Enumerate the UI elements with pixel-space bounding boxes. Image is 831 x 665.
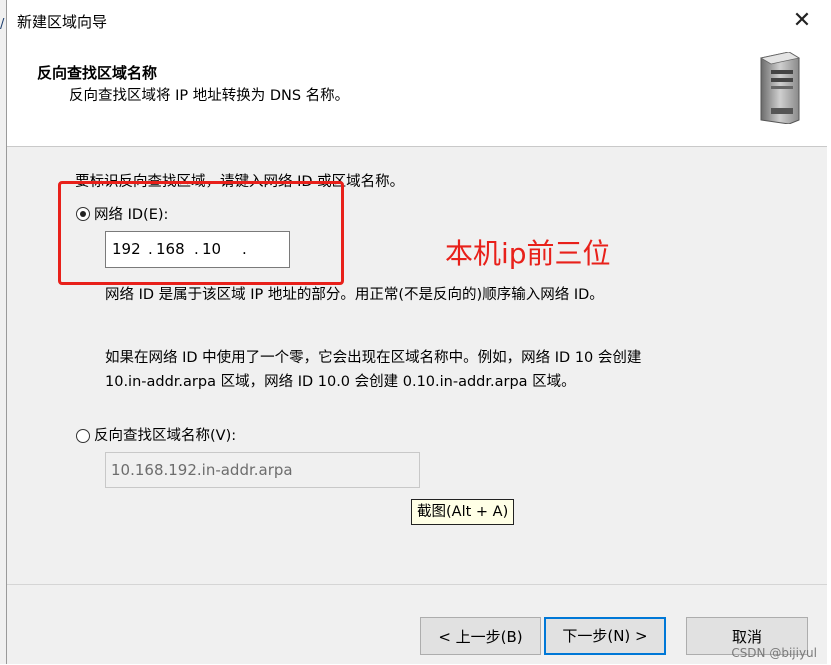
- window-title: 新建区域向导: [17, 13, 108, 31]
- title-bar: 新建区域向导 ✕: [7, 0, 827, 44]
- page-title: 反向查找区域名称: [37, 64, 158, 82]
- watermark: CSDN @bijiyul: [731, 646, 817, 660]
- zone-name-radio[interactable]: [76, 429, 90, 443]
- network-id-description: 网络 ID 是属于该区域 IP 地址的部分。用正常(不是反向的)顺序输入网络 I…: [105, 287, 604, 303]
- back-button[interactable]: < 上一步(B): [420, 617, 541, 655]
- wizard-header: 反向查找区域名称 反向查找区域将 IP 地址转换为 DNS 名称。: [7, 44, 827, 147]
- zone-name-label: 反向查找区域名称(V):: [94, 428, 237, 444]
- next-button[interactable]: 下一步(N) >: [544, 617, 666, 655]
- button-bar: < 上一步(B) 下一步(N) > 取消: [7, 584, 827, 665]
- zero-note-line1: 如果在网络 ID 中使用了一个零，它会出现在区域名称中。例如，网络 ID 10 …: [105, 350, 642, 366]
- annotation-text: 本机ip前三位: [445, 237, 611, 270]
- new-zone-wizard-dialog: 新建区域向导 ✕ 反向查找区域名称 反向查找区域将 IP 地址转换为 DNS 名…: [6, 0, 827, 664]
- server-icon: [759, 52, 801, 124]
- red-highlight-box: [58, 181, 344, 285]
- page-subtitle: 反向查找区域将 IP 地址转换为 DNS 名称。: [69, 88, 350, 104]
- zero-note-line2: 10.in-addr.arpa 区域，网络 ID 10.0 会创建 0.10.i…: [105, 374, 576, 390]
- close-icon[interactable]: ✕: [787, 6, 817, 36]
- background-fragment: /: [0, 17, 5, 32]
- zone-name-input[interactable]: 10.168.192.in-addr.arpa: [105, 452, 420, 488]
- screenshot-tooltip: 截图(Alt + A): [411, 499, 515, 525]
